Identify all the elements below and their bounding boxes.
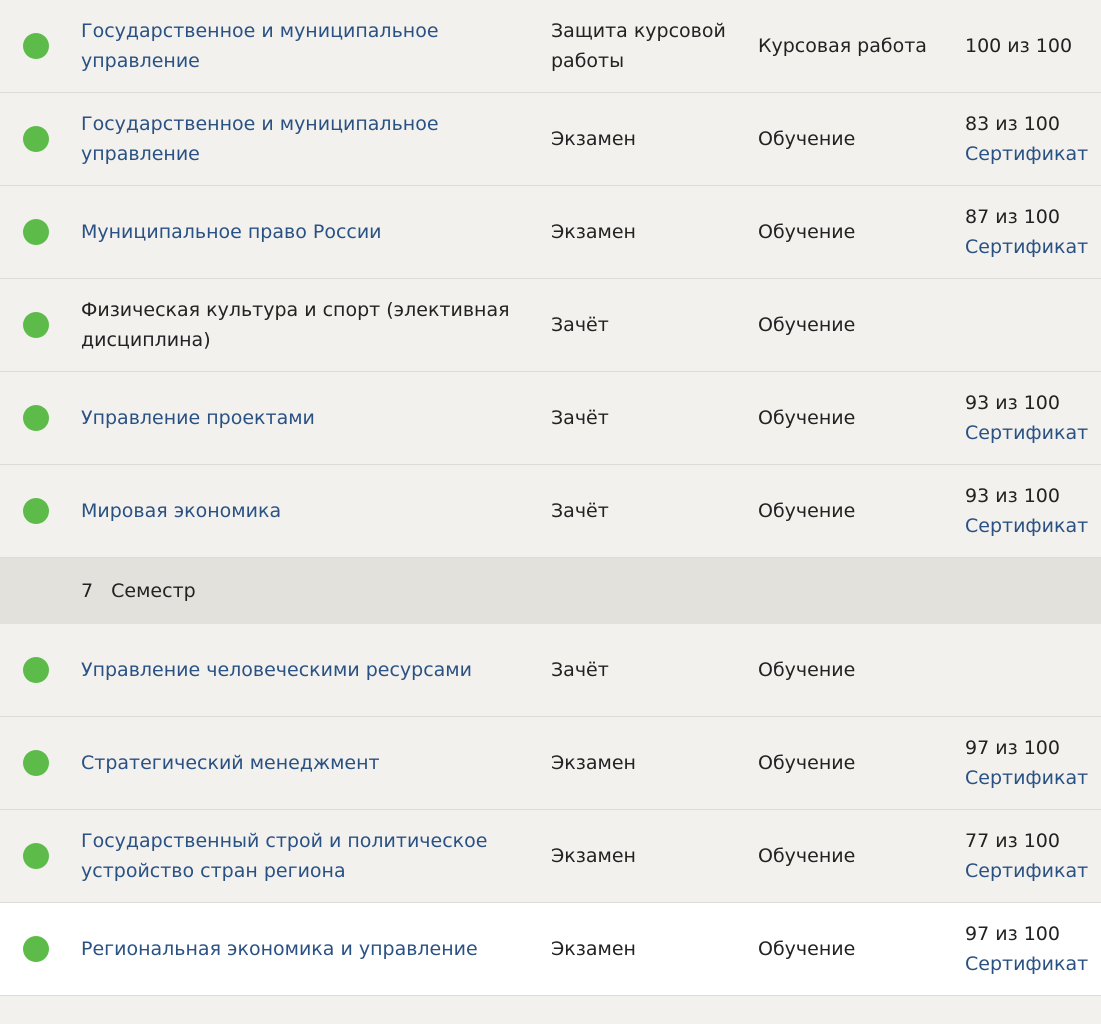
grade-value: 77 из 100: [965, 830, 1060, 852]
work-kind: Обучение: [758, 845, 856, 867]
course-link[interactable]: Муниципальное право России: [81, 221, 382, 243]
table-row: Управление проектами Зачёт Обучение 93 и…: [0, 372, 1101, 465]
grade-value: 97 из 100: [965, 923, 1060, 945]
certificate-link[interactable]: Сертификат: [965, 949, 1101, 979]
grade-value: 87 из 100: [965, 206, 1060, 228]
work-kind: Обучение: [758, 659, 856, 681]
work-kind: Обучение: [758, 752, 856, 774]
table-row: Государственный строй и политическое уст…: [0, 810, 1101, 903]
control-type: Экзамен: [551, 845, 636, 867]
status-dot-icon: [23, 936, 49, 962]
course-link[interactable]: Мировая экономика: [81, 500, 281, 522]
control-type: Экзамен: [551, 128, 636, 150]
work-kind: Обучение: [758, 500, 856, 522]
control-type: Зачёт: [551, 314, 609, 336]
table-row: Физическая культура и спорт (элективная …: [0, 279, 1101, 372]
certificate-link[interactable]: Сертификат: [965, 418, 1101, 448]
grade-value: 93 из 100: [965, 392, 1060, 414]
semester-label: Семестр: [111, 580, 196, 602]
status-dot-icon: [23, 498, 49, 524]
certificate-link[interactable]: Сертификат: [965, 139, 1101, 169]
control-type: Экзамен: [551, 938, 636, 960]
course-link[interactable]: Управление проектами: [81, 407, 315, 429]
semester-header: 7 Семестр: [0, 558, 1101, 624]
grade-value: 93 из 100: [965, 485, 1060, 507]
control-type: Зачёт: [551, 500, 609, 522]
control-type: Зачёт: [551, 407, 609, 429]
table-row: Управление человеческими ресурсами Зачёт…: [0, 624, 1101, 717]
status-dot-icon: [23, 126, 49, 152]
status-dot-icon: [23, 312, 49, 338]
grades-table: Государственное и муниципальное управлен…: [0, 0, 1101, 996]
status-dot-icon: [23, 33, 49, 59]
work-kind: Обучение: [758, 407, 856, 429]
course-link[interactable]: Региональная экономика и управление: [81, 938, 478, 960]
course-link[interactable]: Стратегический менеджмент: [81, 752, 380, 774]
control-type: Экзамен: [551, 752, 636, 774]
work-kind: Курсовая работа: [758, 35, 927, 57]
course-link[interactable]: Государственный строй и политическое уст…: [81, 830, 487, 882]
course-name: Физическая культура и спорт (элективная …: [81, 299, 510, 351]
table-row: Государственное и муниципальное управлен…: [0, 0, 1101, 93]
status-dot-icon: [23, 219, 49, 245]
course-link[interactable]: Государственное и муниципальное управлен…: [81, 20, 439, 72]
certificate-link[interactable]: Сертификат: [965, 763, 1101, 793]
grade-value: 100 из 100: [965, 35, 1073, 57]
work-kind: Обучение: [758, 314, 856, 336]
course-link[interactable]: Управление человеческими ресурсами: [81, 659, 472, 681]
status-dot-icon: [23, 843, 49, 869]
control-type: Экзамен: [551, 221, 636, 243]
course-link[interactable]: Государственное и муниципальное управлен…: [81, 113, 439, 165]
status-dot-icon: [23, 405, 49, 431]
work-kind: Обучение: [758, 938, 856, 960]
semester-number: 7: [81, 580, 94, 602]
work-kind: Обучение: [758, 221, 856, 243]
status-dot-icon: [23, 657, 49, 683]
table-row: Региональная экономика и управление Экза…: [0, 903, 1101, 996]
status-dot-icon: [23, 750, 49, 776]
certificate-link[interactable]: Сертификат: [965, 511, 1101, 541]
grade-value: 83 из 100: [965, 113, 1060, 135]
control-type: Защита курсовой работы: [551, 20, 726, 72]
grade-value: 97 из 100: [965, 737, 1060, 759]
certificate-link[interactable]: Сертификат: [965, 232, 1101, 262]
certificate-link[interactable]: Сертификат: [965, 856, 1101, 886]
table-row: Стратегический менеджмент Экзамен Обучен…: [0, 717, 1101, 810]
table-row: Мировая экономика Зачёт Обучение 93 из 1…: [0, 465, 1101, 558]
table-row: Муниципальное право России Экзамен Обуче…: [0, 186, 1101, 279]
control-type: Зачёт: [551, 659, 609, 681]
work-kind: Обучение: [758, 128, 856, 150]
table-row: Государственное и муниципальное управлен…: [0, 93, 1101, 186]
